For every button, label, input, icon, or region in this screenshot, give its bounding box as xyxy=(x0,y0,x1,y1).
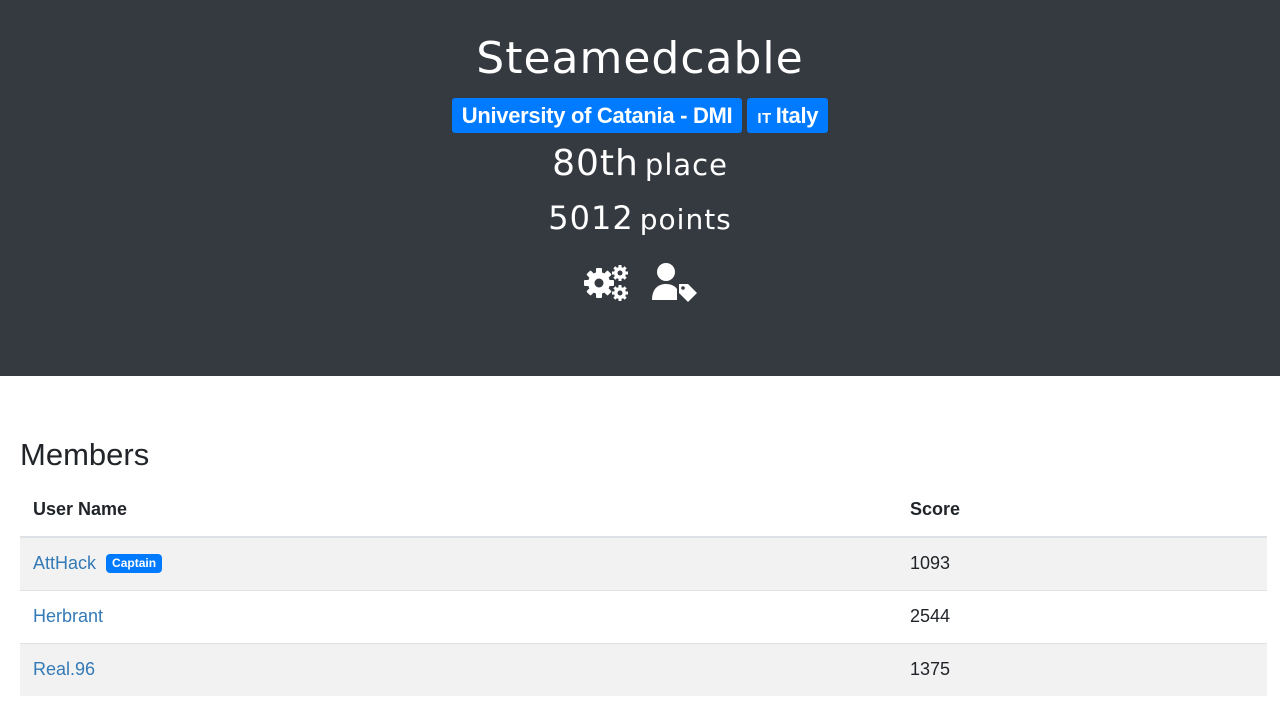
captain-badge: Captain xyxy=(106,554,163,574)
country-flag-icon: IT xyxy=(757,110,772,127)
table-row: AttHack Captain 1093 xyxy=(20,536,1267,590)
member-link-real96[interactable]: Real.96 xyxy=(33,659,95,679)
points-label: points xyxy=(639,203,732,236)
place-number: 80th xyxy=(552,143,639,184)
members-heading: Members xyxy=(20,437,150,472)
points-number: 5012 xyxy=(548,199,634,237)
team-actions xyxy=(0,262,1280,302)
table-row: Real.96 1375 xyxy=(20,642,1267,696)
table-header-row: User Name Score xyxy=(20,483,1267,538)
score-cell: 2544 xyxy=(897,589,1267,643)
team-name: Steamedcable xyxy=(476,33,804,84)
member-link-herbrant[interactable]: Herbrant xyxy=(33,606,103,626)
team-badges: University of Catania - DMI IT Italy xyxy=(0,98,1280,133)
team-place: 80th place xyxy=(0,140,1280,189)
members-table: User Name Score AttHack Captain 1093 Herb… xyxy=(20,483,1267,696)
gears-icon[interactable] xyxy=(582,262,630,302)
username-cell: AttHack Captain xyxy=(20,536,897,590)
country-badge: IT Italy xyxy=(747,98,829,133)
table-row: Herbrant 2544 xyxy=(20,589,1267,643)
score-cell: 1093 xyxy=(897,536,1267,590)
username-cell: Herbrant xyxy=(20,589,897,643)
country-name: Italy xyxy=(775,103,819,128)
member-link-atthack[interactable]: AttHack xyxy=(33,553,96,573)
user-tag-icon[interactable] xyxy=(650,262,698,302)
column-header-score: Score xyxy=(897,483,1267,538)
column-header-username: User Name xyxy=(20,483,897,538)
team-points: 5012 points xyxy=(0,194,1280,244)
team-header: Steamedcable University of Catania - DMI… xyxy=(0,0,1280,376)
username-cell: Real.96 xyxy=(20,642,897,696)
place-label: place xyxy=(644,148,728,182)
affiliation-badge: University of Catania - DMI xyxy=(451,98,743,133)
score-cell: 1375 xyxy=(897,642,1267,696)
